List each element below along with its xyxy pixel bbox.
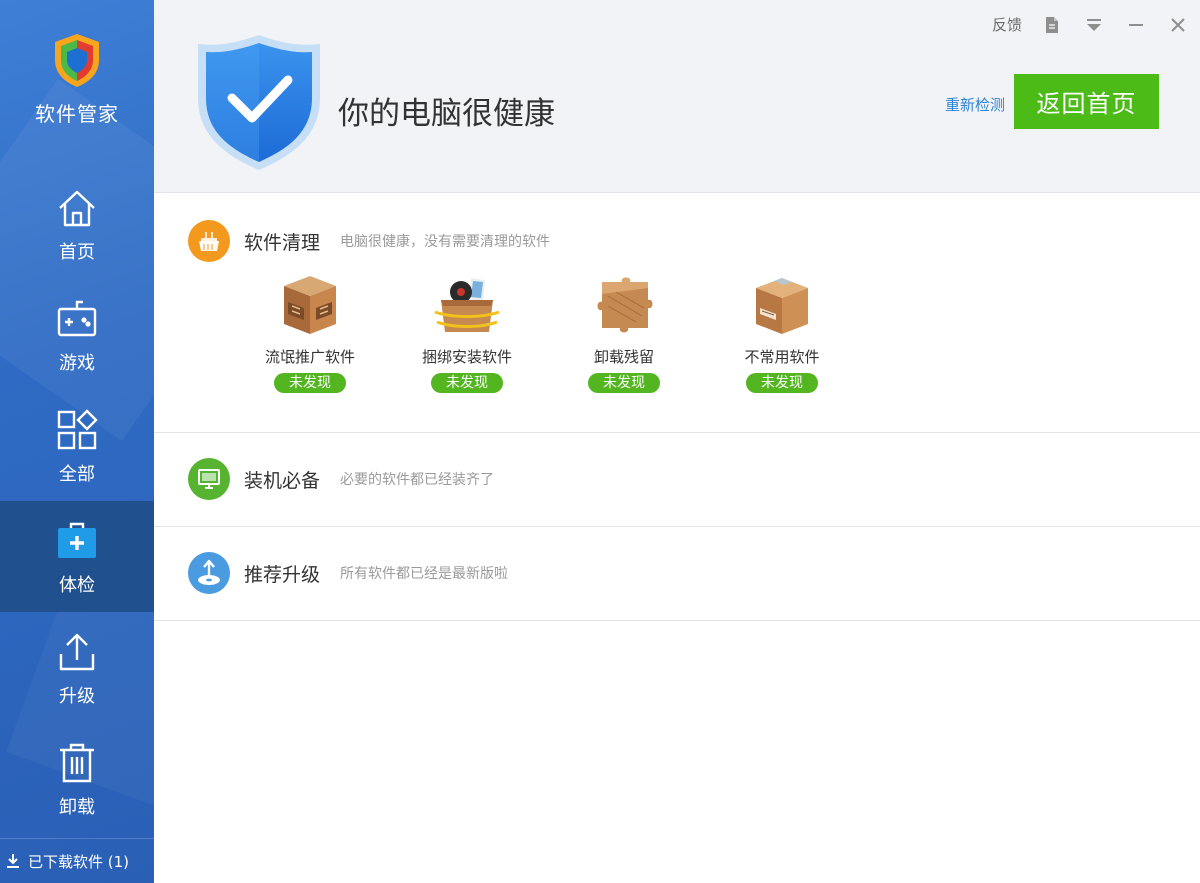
back-home-button[interactable]: 返回首页 xyxy=(1014,74,1159,129)
sidebar-item-label: 升级 xyxy=(59,686,95,707)
broom-icon xyxy=(188,220,230,262)
not-found-badge: 未发现 xyxy=(588,373,660,393)
section-description: 电脑很健康，没有需要清理的软件 xyxy=(340,234,551,250)
cleanup-item-rarely-used-software[interactable]: 不常用软件 未发现 xyxy=(707,272,857,393)
sidebar-item-label: 体检 xyxy=(59,575,95,596)
medical-kit-icon xyxy=(58,522,96,558)
menu-dropdown-icon[interactable] xyxy=(1084,15,1104,35)
sidebar-item-uninstall[interactable]: 卸载 xyxy=(0,723,154,834)
window-controls: 反馈 xyxy=(992,14,1188,35)
not-found-badge: 未发现 xyxy=(431,373,503,393)
upload-icon xyxy=(59,633,95,671)
home-icon xyxy=(59,190,95,227)
close-icon[interactable] xyxy=(1168,15,1188,35)
shield-check-icon xyxy=(198,35,320,170)
section-description: 必要的软件都已经装齐了 xyxy=(340,472,495,488)
section-description: 所有软件都已经是最新版啦 xyxy=(340,566,509,582)
sidebar-item-home[interactable]: 首页 xyxy=(0,168,154,279)
brand: 软件管家 xyxy=(0,30,154,127)
downloaded-software-label: 已下载软件 (1) xyxy=(28,852,130,871)
item-name: 卸载残留 xyxy=(593,348,654,366)
software-cleanup-header: 软件清理 电脑很健康，没有需要清理的软件 xyxy=(188,220,550,262)
sidebar-item-upgrade[interactable]: 升级 xyxy=(0,612,154,723)
app-logo-icon xyxy=(55,34,99,87)
trash-icon xyxy=(60,743,94,783)
section-title: 软件清理 xyxy=(244,231,321,254)
cleanup-item-rogue-software[interactable]: 流氓推广软件 未发现 xyxy=(235,272,385,393)
not-found-badge: 未发现 xyxy=(274,373,346,393)
status-header: 你的电脑很健康 反馈 重新检测 返回首页 xyxy=(154,0,1200,193)
status-title: 你的电脑很健康 xyxy=(338,96,555,132)
feedback-link[interactable]: 反馈 xyxy=(992,14,1022,35)
download-icon xyxy=(7,854,19,868)
not-found-badge: 未发现 xyxy=(746,373,818,393)
item-name: 不常用软件 xyxy=(744,348,820,366)
sidebar-item-label: 游戏 xyxy=(59,353,95,374)
sidebar: 软件管家 首页 游戏 全部 体检 升级 卸载 已下载软件 (1) xyxy=(0,0,154,883)
sidebar-item-games[interactable]: 游戏 xyxy=(0,279,154,390)
gamepad-icon xyxy=(57,300,97,337)
essential-software-section: 装机必备 必要的软件都已经装齐了 xyxy=(154,433,1200,527)
sidebar-item-label: 卸载 xyxy=(59,797,95,818)
cleanup-item-uninstall-residue[interactable]: 卸载残留 未发现 xyxy=(549,272,699,393)
monitor-icon xyxy=(188,458,230,500)
document-icon[interactable] xyxy=(1042,15,1062,35)
essential-software-header: 装机必备 必要的软件都已经装齐了 xyxy=(188,458,494,500)
grid-icon xyxy=(57,409,98,450)
brand-name: 软件管家 xyxy=(35,102,119,126)
section-title: 推荐升级 xyxy=(244,563,321,586)
item-name: 流氓推广软件 xyxy=(264,348,355,366)
recommended-upgrade-header: 推荐升级 所有软件都已经是最新版啦 xyxy=(188,552,508,594)
sealed-box-icon xyxy=(756,278,808,334)
cleanup-item-bundled-software[interactable]: 捆绑安装软件 未发现 xyxy=(392,272,542,393)
sidebar-item-checkup[interactable]: 体检 xyxy=(0,501,154,612)
sidebar-item-label: 首页 xyxy=(59,242,95,263)
software-cleanup-section: 软件清理 电脑很健康，没有需要清理的软件 流氓推广软件 未发现 捆绑安装软件 未… xyxy=(154,194,1200,433)
minimize-icon[interactable] xyxy=(1126,15,1146,35)
item-name: 捆绑安装软件 xyxy=(421,348,512,366)
puzzle-piece-icon xyxy=(597,277,653,333)
recommended-upgrade-section: 推荐升级 所有软件都已经是最新版啦 xyxy=(154,527,1200,621)
bundled-box-icon xyxy=(434,278,500,332)
upgrade-disc-icon xyxy=(188,552,230,594)
rogue-box-icon xyxy=(284,276,336,334)
sidebar-item-all[interactable]: 全部 xyxy=(0,390,154,501)
section-title: 装机必备 xyxy=(244,469,321,492)
downloaded-software-link[interactable]: 已下载软件 (1) xyxy=(0,838,154,883)
recheck-link[interactable]: 重新检测 xyxy=(945,94,1005,115)
sidebar-item-label: 全部 xyxy=(59,464,95,485)
